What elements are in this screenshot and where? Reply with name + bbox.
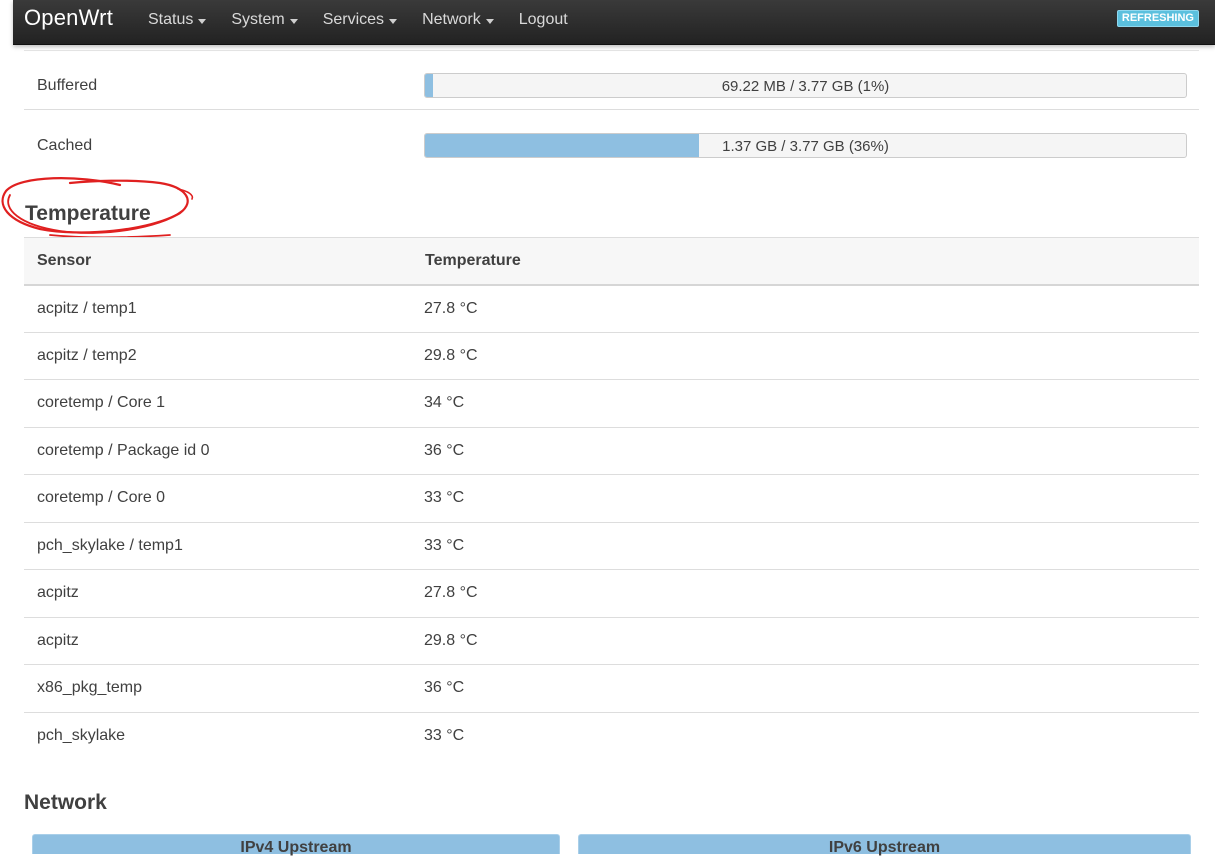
sensor-name: acpitz / temp2	[24, 332, 424, 380]
sensor-value: 33 °C	[424, 522, 1199, 570]
header-temperature: Temperature	[424, 237, 1199, 286]
progress-text: 69.22 MB / 3.77 GB (1%)	[721, 78, 890, 95]
network-section-title: Network	[24, 791, 107, 814]
memory-row-cached: Cached 1.37 GB / 3.77 GB (36%)	[24, 110, 1199, 170]
table-row: coretemp / Package id 0 36 °C	[24, 427, 1199, 475]
caret-down-icon	[389, 18, 398, 24]
sensor-value: 27.8 °C	[424, 569, 1199, 618]
sensor-value: 34 °C	[424, 379, 1199, 428]
sensor-name: acpitz	[24, 617, 424, 665]
menu-network[interactable]: Network	[422, 11, 494, 29]
table-header-row: Sensor Temperature	[24, 237, 1199, 286]
caret-down-icon	[485, 18, 494, 24]
table-row: coretemp / Core 1 34 °C	[24, 379, 1199, 428]
table-row: pch_skylake / temp1 33 °C	[24, 522, 1199, 570]
memory-label: Cached	[37, 137, 93, 154]
sensor-name: x86_pkg_temp	[24, 664, 424, 713]
menu-logout-label: Logout	[518, 11, 568, 28]
sensor-name: coretemp / Core 0	[24, 474, 424, 523]
table-row: coretemp / Core 0 33 °C	[24, 474, 1199, 523]
menu-services[interactable]: Services	[322, 11, 398, 29]
sensor-value: 29.8 °C	[424, 332, 1199, 380]
memory-progress-bar: 69.22 MB / 3.77 GB (1%)	[424, 73, 1187, 98]
sensor-name: coretemp / Package id 0	[24, 427, 424, 475]
refreshing-badge[interactable]: REFRESHING	[1116, 10, 1199, 27]
menu-system[interactable]: System	[231, 11, 298, 29]
progress-text: 1.37 GB / 3.77 GB (36%)	[722, 138, 889, 155]
caret-down-icon	[198, 18, 207, 24]
caret-down-icon	[289, 18, 298, 24]
sensor-value: 36 °C	[424, 664, 1199, 713]
brand-logo[interactable]: OpenWrt	[24, 5, 113, 31]
sensor-name: pch_skylake	[37, 727, 126, 744]
sensor-value: 27.8 °C	[424, 284, 1199, 333]
sensor-value: 33 °C	[424, 727, 465, 744]
sensor-name: coretemp / Core 1	[24, 379, 424, 428]
table-row: acpitz / temp1 27.8 °C	[24, 284, 1199, 333]
sensor-value: 33 °C	[424, 474, 1199, 523]
top-navbar: OpenWrt Status System Services Network L…	[13, 0, 1215, 45]
table-row: pch_skylake 33 °C	[24, 712, 1199, 760]
sensor-value: 36 °C	[424, 427, 1199, 475]
menu-status-label: Status	[148, 11, 194, 28]
temperature-table: Sensor Temperature acpitz / temp1 27.8 °…	[24, 237, 1199, 760]
menu-system-label: System	[231, 11, 285, 28]
memory-progress-bar: 1.37 GB / 3.77 GB (36%)	[424, 133, 1187, 158]
memory-row-buffered: Buffered 69.22 MB / 3.77 GB (1%)	[24, 50, 1199, 110]
memory-label: Buffered	[37, 77, 98, 94]
table-row: x86_pkg_temp 36 °C	[24, 664, 1199, 713]
menu-services-label: Services	[322, 11, 385, 28]
table-row: acpitz 27.8 °C	[24, 569, 1199, 618]
menu-status[interactable]: Status	[148, 11, 207, 29]
sensor-name: acpitz / temp1	[24, 284, 424, 333]
ipv4-upstream-panel: IPv4 Upstream	[32, 834, 560, 856]
header-sensor: Sensor	[24, 237, 424, 286]
menu-network-label: Network	[422, 11, 481, 28]
main-menu: Status System Services Network Logout	[148, 0, 593, 40]
table-row: acpitz 29.8 °C	[24, 617, 1199, 665]
ipv6-upstream-panel: IPv6 Upstream	[578, 834, 1191, 856]
menu-logout[interactable]: Logout	[519, 11, 568, 29]
table-row: acpitz / temp2 29.8 °C	[24, 332, 1199, 380]
sensor-name: acpitz	[24, 569, 424, 618]
sensor-name: pch_skylake / temp1	[24, 522, 424, 570]
sensor-value: 29.8 °C	[424, 617, 1199, 665]
